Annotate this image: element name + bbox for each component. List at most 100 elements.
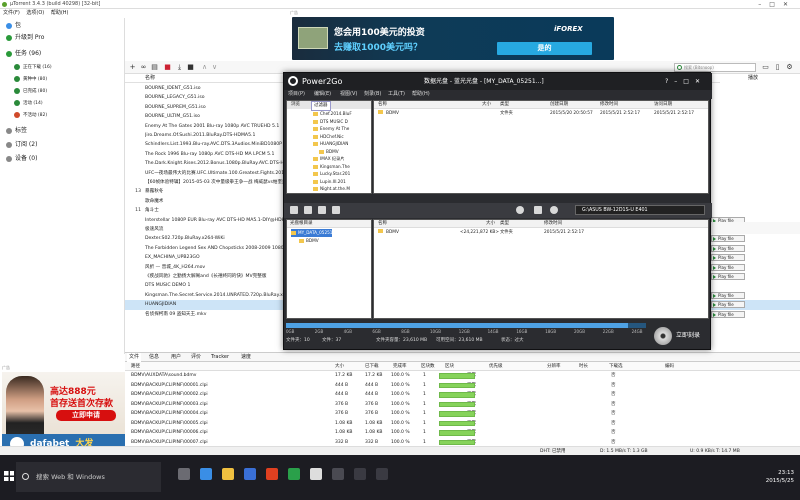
files-column-header[interactable]: 已下载 bbox=[365, 362, 379, 371]
task-view-icon[interactable] bbox=[178, 468, 190, 480]
menu-options[interactable]: 选项(O) bbox=[26, 10, 44, 16]
sidebar-item[interactable]: 黄种中 (80) bbox=[0, 74, 47, 85]
disc-info-icon[interactable] bbox=[550, 206, 558, 214]
clock[interactable]: 23:13 2015/5/25 bbox=[754, 469, 794, 485]
tab-3[interactable]: 评价 bbox=[191, 353, 201, 362]
file-row[interactable]: BDMV\AUXDATA\sound.bdmv 17.2 KB 17.2 KB 100… bbox=[125, 371, 800, 381]
remove-icon[interactable] bbox=[318, 206, 326, 214]
power2go-menu-item[interactable]: 工具(T) bbox=[388, 90, 405, 99]
files-column-header[interactable]: 大小 bbox=[335, 362, 344, 371]
sidebar-item[interactable]: 升级到 Pro bbox=[0, 32, 44, 43]
play-file-button[interactable]: Play file bbox=[711, 254, 745, 262]
disc-root[interactable]: MY_DATA_05251 bbox=[291, 229, 333, 237]
file-row[interactable]: BDMV\BACKUP\CLIPINF\00003.clpi 376 B 376 B… bbox=[125, 400, 800, 410]
menu-file[interactable]: 文件(F) bbox=[3, 10, 20, 16]
sidebar-item[interactable]: 标签 bbox=[0, 125, 27, 136]
start-button[interactable] bbox=[0, 455, 16, 500]
sidebar-item[interactable]: 设备 (0) bbox=[0, 153, 37, 164]
tab-browse[interactable]: 浏览 bbox=[289, 101, 302, 109]
delete-icon[interactable]: ■ bbox=[163, 63, 172, 72]
files-column-header[interactable]: 优先级 bbox=[489, 362, 503, 371]
play-file-button[interactable]: Play file bbox=[711, 310, 745, 318]
sidebar-item[interactable]: 任务 (96) bbox=[0, 48, 41, 59]
list-item[interactable]: BDMV <24,221,872 KB> 文件夹 2015/5/21 2:52:… bbox=[374, 229, 708, 237]
play-file-button[interactable]: Play file bbox=[711, 235, 745, 243]
burn-now-button[interactable]: 立即刻录 bbox=[652, 325, 708, 347]
left-ad-banner[interactable]: 高达888元 首存送首次存款 立即申请 dafabet 大发 bbox=[2, 372, 125, 454]
files-column-header[interactable]: 路径 bbox=[131, 362, 140, 371]
play-file-button[interactable]: Play file bbox=[711, 273, 745, 280]
up-icon[interactable]: ∧ bbox=[200, 63, 209, 72]
app-icon[interactable] bbox=[332, 468, 344, 480]
stop-icon[interactable]: ■ bbox=[186, 63, 195, 72]
settings-icon[interactable]: ⚙ bbox=[785, 63, 794, 72]
utorrent-taskbar-icon[interactable] bbox=[288, 468, 300, 480]
media-icon[interactable] bbox=[266, 468, 278, 480]
add-torrent-icon[interactable]: + bbox=[128, 63, 137, 72]
new-folder-icon[interactable] bbox=[290, 206, 298, 214]
down-icon[interactable]: ∨ bbox=[210, 63, 219, 72]
ie-icon[interactable] bbox=[200, 468, 212, 480]
column-name[interactable]: 名称 bbox=[145, 74, 155, 83]
left-ad[interactable]: 广告 高达888元 首存送首次存款 立即申请 dafabet 大发 bbox=[0, 365, 125, 455]
files-column-header[interactable]: 完成率 bbox=[393, 362, 407, 371]
power2go-menu-item[interactable]: 帮助(H) bbox=[412, 90, 430, 99]
tree-folder[interactable]: Night.at.the.M bbox=[313, 185, 350, 193]
drive-select[interactable]: G:\ASUS BW-12D1S-U E401 bbox=[575, 205, 705, 215]
create-icon[interactable]: ▤ bbox=[150, 63, 159, 72]
search-input[interactable]: 搜索 (Bitsnoop) bbox=[674, 63, 756, 72]
tab-5[interactable]: 速度 bbox=[241, 353, 251, 362]
left-ad-apply-button[interactable]: 立即申请 bbox=[56, 410, 116, 421]
sidebar-item[interactable]: 活动 (14) bbox=[0, 98, 43, 109]
power2go-menu-item[interactable]: 视图(V) bbox=[340, 90, 357, 99]
file-row[interactable]: BDMV\BACKUP\CLIPINF\00006.clpi 1.08 KB 1.0… bbox=[125, 428, 800, 438]
tab-1[interactable]: 信息 bbox=[149, 353, 159, 362]
list-item[interactable]: BDMV 文件夹 2015/5/20 20:50:57 2015/5/21 2:… bbox=[374, 110, 708, 118]
sidebar-item[interactable]: 包 bbox=[0, 20, 21, 31]
play-file-button[interactable]: Play file bbox=[711, 263, 745, 271]
file-row[interactable]: BDMV\BACKUP\CLIPINF\00002.clpi 444 B 444 B… bbox=[125, 390, 800, 400]
files-column-header[interactable]: 区块 bbox=[445, 362, 454, 371]
explorer-icon[interactable] bbox=[222, 468, 234, 480]
power2go-menu-item[interactable]: 刻录(B) bbox=[364, 90, 381, 99]
files-column-header[interactable]: 下载选 bbox=[609, 362, 623, 371]
files-column-header[interactable]: 时长 bbox=[579, 362, 588, 371]
tab-0[interactable]: 文件 bbox=[127, 353, 142, 362]
remote-icon[interactable]: ▯ bbox=[773, 63, 782, 72]
rename-icon[interactable] bbox=[332, 206, 340, 214]
tab-4[interactable]: Tracker bbox=[211, 353, 229, 362]
add-link-icon[interactable]: ∞ bbox=[139, 63, 148, 72]
store-icon[interactable] bbox=[244, 468, 256, 480]
sidebar-item[interactable]: 订阅 (2) bbox=[0, 139, 37, 150]
sidebar-item[interactable]: 已完成 (80) bbox=[0, 86, 47, 97]
window-controls[interactable]: –□✕ bbox=[758, 0, 796, 9]
chat-icon[interactable]: ▭ bbox=[761, 63, 770, 72]
taskbar-search[interactable]: 搜索 Web 和 Windows bbox=[16, 462, 161, 492]
power2go-menu-item[interactable]: 项目(P) bbox=[288, 90, 305, 99]
download-icon[interactable]: ⤓ bbox=[175, 63, 184, 72]
app-icon[interactable] bbox=[354, 468, 366, 480]
ad-banner[interactable]: 您会用100美元的投资 去赚取1000美元吗？ iFOREX 是的 bbox=[292, 17, 614, 60]
play-file-button[interactable]: Play file bbox=[711, 301, 745, 309]
files-column-header[interactable]: 分辨率 bbox=[547, 362, 561, 371]
sidebar-item[interactable]: 不活动 (82) bbox=[0, 110, 47, 121]
burn-settings-icon[interactable] bbox=[516, 206, 524, 214]
file-row[interactable]: BDMV\BACKUP\CLIPINF\00004.clpi 376 B 376 B… bbox=[125, 409, 800, 419]
power2go-window-controls[interactable]: ?–□✕ bbox=[665, 74, 706, 89]
power2go-taskbar-icon[interactable] bbox=[310, 468, 322, 480]
add-file-icon[interactable] bbox=[304, 206, 312, 214]
play-file-button[interactable]: Play file bbox=[711, 291, 745, 299]
disc-folder[interactable]: BDMV bbox=[299, 237, 319, 245]
file-row[interactable]: BDMV\BACKUP\CLIPINF\00005.clpi 1.08 KB 1.0… bbox=[125, 419, 800, 429]
play-file-button[interactable]: Play file bbox=[711, 244, 745, 252]
files-column-header[interactable]: 区块数 bbox=[421, 362, 435, 371]
menu-help[interactable]: 帮助(H) bbox=[51, 10, 69, 16]
ad-yes-button[interactable]: 是的 bbox=[497, 42, 592, 55]
tab-2[interactable]: 用户 bbox=[171, 353, 181, 362]
top-ad[interactable]: 广告 您会用100美元的投资 去赚取1000美元吗？ iFOREX 是的 bbox=[290, 9, 615, 61]
files-column-header[interactable]: 编码 bbox=[665, 362, 674, 371]
file-row[interactable]: BDMV\BACKUP\CLIPINF\00001.clpi 444 B 444 B… bbox=[125, 381, 800, 391]
sidebar-item[interactable]: 正在下载 (16) bbox=[0, 62, 52, 73]
app-icon[interactable] bbox=[376, 468, 388, 480]
refresh-icon[interactable] bbox=[534, 206, 542, 214]
